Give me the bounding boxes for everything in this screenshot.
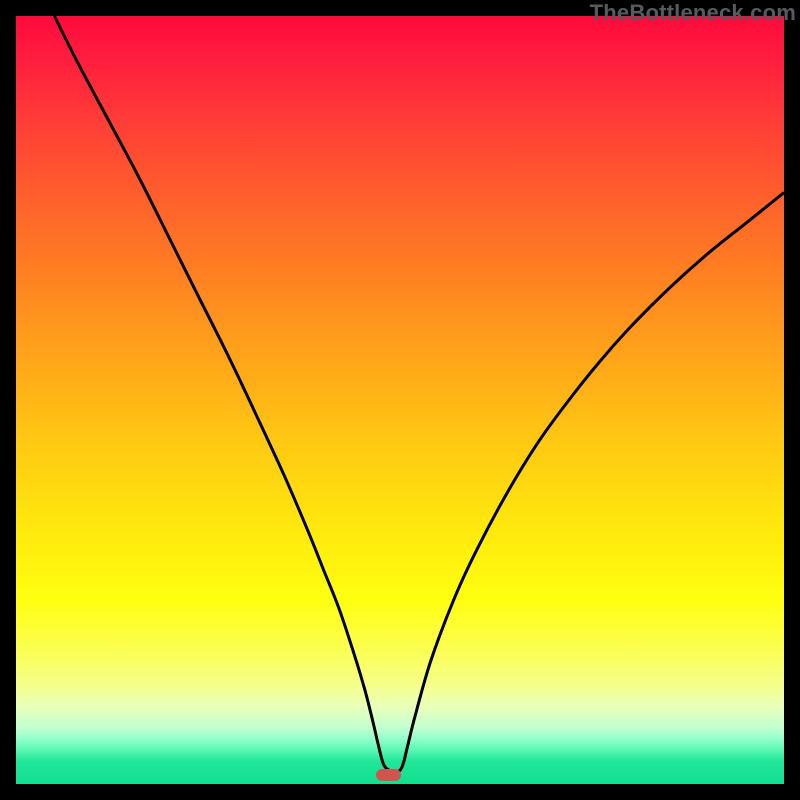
bottleneck-curve — [54, 16, 784, 772]
watermark-text: TheBottleneck.com — [590, 0, 796, 26]
min-marker — [376, 769, 401, 781]
chart-curve-layer — [16, 16, 784, 784]
chart-frame: TheBottleneck.com — [0, 0, 800, 800]
